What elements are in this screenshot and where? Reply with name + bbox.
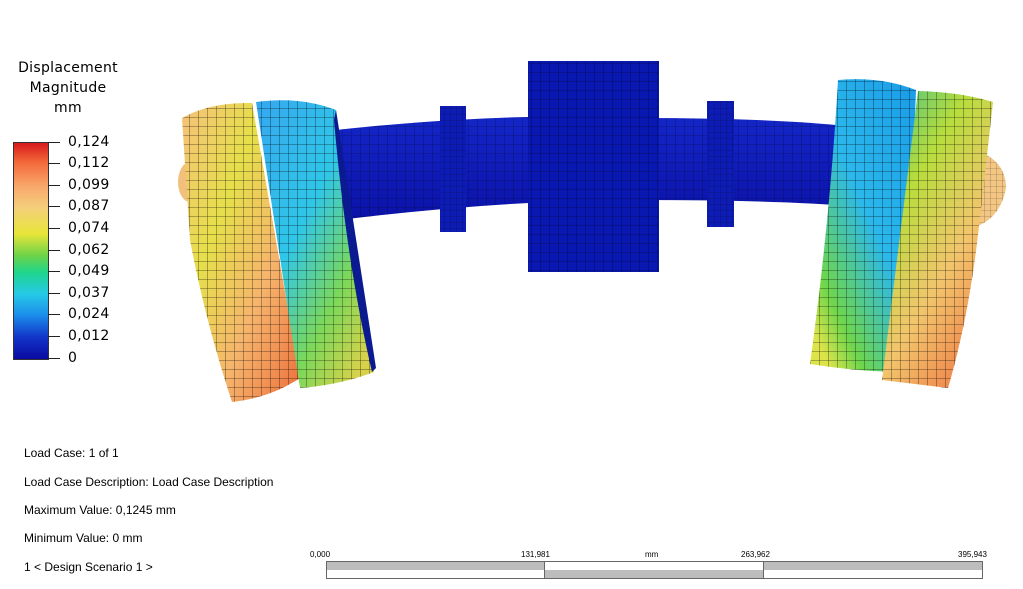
legend-tick [48, 228, 60, 229]
legend-tick-label: 0,062 [68, 242, 110, 258]
scale-segment [764, 570, 982, 578]
scale-label-0: 0,000 [310, 550, 331, 559]
legend-title: Displacement Magnitude mm [8, 58, 128, 118]
legend-title-line1: Displacement [18, 60, 118, 76]
legend-colorbar [13, 142, 49, 360]
scale-segment [764, 562, 982, 570]
legend-tick-label: 0,024 [68, 306, 110, 322]
legend-tick [48, 271, 60, 272]
legend-tick [48, 336, 60, 337]
legend-tick-label: 0,037 [68, 285, 110, 301]
scale-unit: mm [645, 550, 659, 559]
scale-segment [327, 562, 545, 570]
scale-segment [327, 570, 545, 578]
legend-tick-label: 0,099 [68, 177, 110, 193]
legend-tick [48, 142, 60, 143]
scale-label-1: 131,981 [521, 550, 550, 559]
legend-tick-label: 0,087 [68, 198, 110, 214]
legend-tick-label: 0,112 [68, 155, 110, 171]
scale-segment [545, 562, 764, 570]
scale-label-3: 395,943 [958, 550, 987, 559]
maximum-value: Maximum Value: 0,1245 mm [24, 503, 176, 517]
scale-label-2: 263,962 [741, 550, 770, 559]
legend-tick-label: 0 [68, 350, 78, 366]
legend-tick-label: 0,124 [68, 134, 110, 150]
right-wheel [810, 79, 1006, 388]
shaft [336, 61, 836, 272]
legend-tick-label: 0,012 [68, 328, 110, 344]
legend-tick [48, 206, 60, 207]
legend-tick-label: 0,049 [68, 263, 110, 279]
legend-unit: mm [54, 100, 82, 116]
legend-tick [48, 293, 60, 294]
minimum-value: Minimum Value: 0 mm [24, 531, 143, 545]
load-case-description: Load Case Description: Load Case Descrip… [24, 475, 274, 489]
legend-tick [48, 163, 60, 164]
legend-tick [48, 250, 60, 251]
scale-bar [326, 561, 983, 579]
scale-segment [545, 570, 764, 578]
legend-tick-label: 0,074 [68, 220, 110, 236]
load-case-label: Load Case: 1 of 1 [24, 446, 119, 460]
legend-tick [48, 358, 60, 359]
legend-title-line2: Magnitude [29, 80, 107, 96]
design-scenario: 1 < Design Scenario 1 > [24, 560, 153, 574]
fea-model-viewport[interactable] [170, 55, 1010, 415]
legend-tick [48, 314, 60, 315]
legend-tick [48, 185, 60, 186]
